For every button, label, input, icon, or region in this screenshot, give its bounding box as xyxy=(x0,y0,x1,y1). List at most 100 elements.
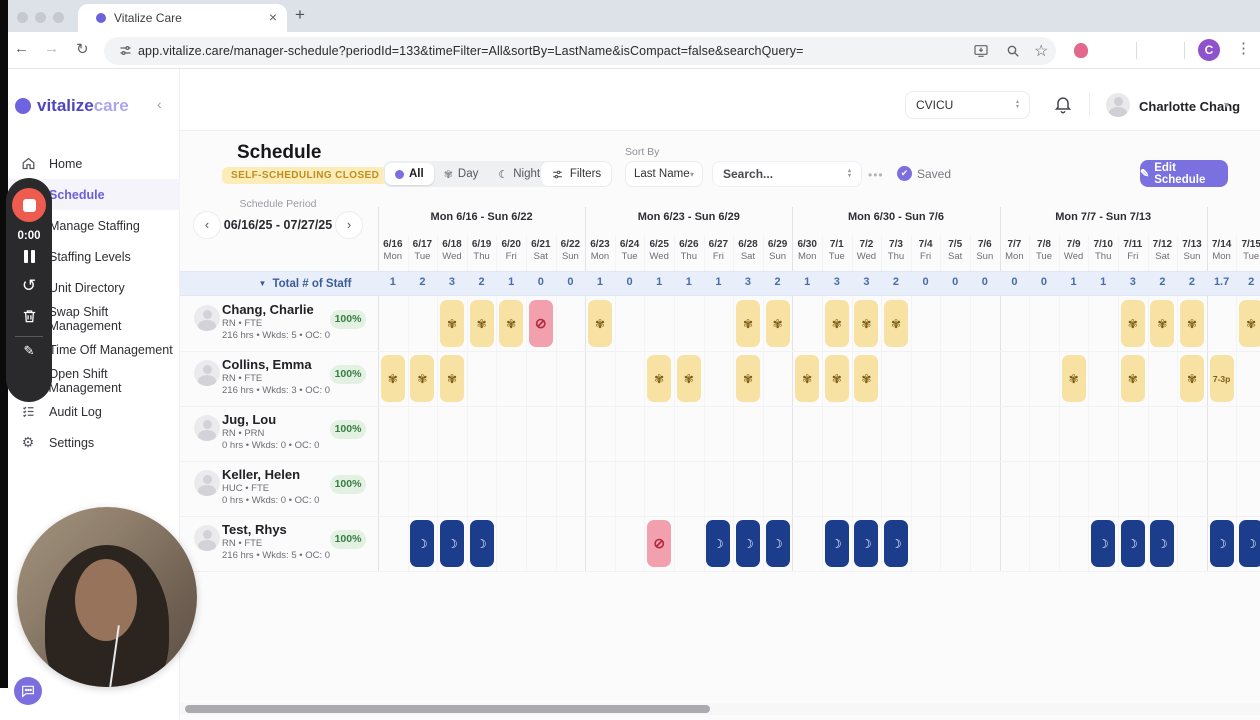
shift-chip-day[interactable]: ✾ xyxy=(824,300,849,347)
browser-menu-icon[interactable]: ⋮ xyxy=(1236,39,1251,57)
install-icon[interactable] xyxy=(973,43,989,59)
shift-chip-day[interactable]: ✾ xyxy=(854,355,879,402)
day-column-header: 7/12 Sat xyxy=(1152,239,1173,262)
shift-chip-night[interactable]: ☾ xyxy=(469,520,494,567)
shift-chip-night[interactable]: ☾ xyxy=(440,520,464,567)
draw-tool-icon[interactable]: ✎ xyxy=(24,343,35,359)
recording-timer: 0:00 xyxy=(17,230,41,242)
shift-chip-day[interactable]: ✾ xyxy=(824,355,849,402)
row-separator xyxy=(180,351,1260,352)
shift-chip-day[interactable]: ✾ xyxy=(1061,355,1086,402)
stop-recording-button[interactable] xyxy=(12,188,46,222)
shift-chip-night[interactable]: ☾ xyxy=(854,520,879,567)
shift-chip-night[interactable]: ☾ xyxy=(884,520,908,567)
restart-recording-icon[interactable]: ↺ xyxy=(22,277,36,294)
edit-schedule-label: Edit Schedule xyxy=(1154,161,1206,186)
total-count: 0 xyxy=(1011,276,1018,288)
shift-chip-day[interactable]: ✾ xyxy=(1180,300,1204,347)
shift-chip-day[interactable]: ✾ xyxy=(440,355,464,402)
horizontal-scrollbar-thumb[interactable] xyxy=(185,705,710,713)
shift-chip-day[interactable]: ✾ xyxy=(765,300,790,347)
day-column-header: 6/28 Sat xyxy=(738,239,758,262)
total-count: 1 xyxy=(1100,276,1107,288)
saved-label: Saved xyxy=(917,166,952,181)
shift-chip-blocked[interactable]: ⊘ xyxy=(647,520,672,567)
back-icon[interactable]: ← xyxy=(14,40,29,57)
fte-percentage-badge: 100% xyxy=(330,530,366,549)
browser-profile-avatar[interactable]: C xyxy=(1198,39,1220,61)
shift-chip-night[interactable]: ☾ xyxy=(824,520,849,567)
shift-chip-day[interactable]: ✾ xyxy=(795,355,820,402)
edit-schedule-button[interactable]: ✎ Edit Schedule xyxy=(1140,160,1228,187)
fte-percentage-badge: 100% xyxy=(330,310,366,329)
day-column-header: 7/3 Thu xyxy=(887,239,905,262)
reload-icon[interactable]: ↻ xyxy=(76,40,89,58)
more-options-icon[interactable]: ••• xyxy=(868,168,884,182)
shift-chip-night[interactable]: ☾ xyxy=(1239,520,1260,567)
shift-chip-day[interactable]: ✾ xyxy=(884,300,908,347)
bookmark-star-icon[interactable]: ☆ xyxy=(1034,41,1050,60)
delete-recording-icon[interactable] xyxy=(21,307,38,325)
shift-chip-day[interactable]: ✾ xyxy=(1120,355,1145,402)
shift-chip-day[interactable]: ✾ xyxy=(736,300,760,347)
shift-chip-blocked[interactable]: ⊘ xyxy=(528,300,553,347)
chat-bubble-button[interactable] xyxy=(14,677,42,705)
staff-stats: 0 hrs • Wkds: 0 • OC: 0 xyxy=(222,440,320,451)
sidebar-collapse-icon[interactable]: ‹ xyxy=(157,96,162,112)
pink-extension-icon[interactable] xyxy=(1074,43,1088,58)
search-input[interactable]: Search... ▴ ▾ xyxy=(712,161,862,187)
traffic-light-minimize[interactable] xyxy=(35,12,46,23)
user-menu-chevron-icon[interactable]: ▾ xyxy=(1224,100,1229,111)
user-avatar[interactable] xyxy=(1106,93,1130,117)
tab-close-icon[interactable]: × xyxy=(269,9,277,25)
shift-chip-night[interactable]: ☾ xyxy=(736,520,760,567)
day-column-header: 7/2 Wed xyxy=(856,239,877,262)
shift-chip-night[interactable]: ☾ xyxy=(1120,520,1145,567)
shift-chip-day[interactable]: ✾ xyxy=(1120,300,1145,347)
sidebar-item-settings[interactable]: ⚙ Settings xyxy=(0,427,180,458)
shift-chip-day[interactable]: ✾ xyxy=(647,355,672,402)
shift-chip-night[interactable]: ☾ xyxy=(765,520,790,567)
week-header: Mon 6/23 - Sun 6/29 xyxy=(637,211,740,223)
tab-all[interactable]: All xyxy=(385,163,434,185)
browser-tab[interactable]: Vitalize Care × xyxy=(78,4,287,32)
shift-chip-night[interactable]: ☾ xyxy=(1209,520,1234,567)
shift-chip-day[interactable]: ✾ xyxy=(469,300,494,347)
traffic-light-zoom[interactable] xyxy=(53,12,64,23)
shift-chip-day[interactable]: ✾ xyxy=(410,355,435,402)
all-icon xyxy=(395,169,404,179)
recording-toolbar: 0:00 ↺ ✎ xyxy=(6,178,52,402)
site-settings-icon[interactable] xyxy=(118,43,133,63)
shift-chip-night[interactable]: ☾ xyxy=(1091,520,1116,567)
notifications-bell-icon[interactable] xyxy=(1053,93,1075,117)
total-staff-label[interactable]: ▼ Total # of Staff xyxy=(230,271,380,296)
shift-chip-day[interactable]: ✾ xyxy=(854,300,879,347)
unit-select[interactable]: CVICU ▴ ▾ xyxy=(905,91,1030,119)
staff-name: Collins, Emma xyxy=(222,357,312,372)
shift-chip-day[interactable]: ✾ xyxy=(499,300,524,347)
url-bar[interactable]: app.vitalize.care/manager-schedule?perio… xyxy=(104,37,1056,65)
shift-chip-day[interactable]: ✾ xyxy=(1180,355,1204,402)
shift-chip-night[interactable]: ☾ xyxy=(410,520,435,567)
shift-chip-day[interactable]: ✾ xyxy=(676,355,701,402)
shift-chip-day[interactable]: ✾ xyxy=(736,355,760,402)
zoom-icon[interactable] xyxy=(1005,43,1021,59)
shift-chip-day[interactable]: ✾ xyxy=(1150,300,1175,347)
forward-icon[interactable]: → xyxy=(44,40,59,57)
shift-chip-day[interactable]: 7-3p xyxy=(1209,355,1234,402)
sort-select[interactable]: Last Name ▾ xyxy=(625,161,703,187)
sidebar-item-home[interactable]: Home xyxy=(0,148,180,179)
pause-recording-button[interactable] xyxy=(23,250,35,263)
new-tab-button[interactable]: + xyxy=(295,5,305,25)
shift-chip-day[interactable]: ✾ xyxy=(1239,300,1260,347)
tab-day[interactable]: ✾ Day xyxy=(434,163,489,185)
traffic-light-close[interactable] xyxy=(17,12,28,23)
shift-chip-day[interactable]: ✾ xyxy=(588,300,612,347)
webcam-video-overlay[interactable] xyxy=(17,507,197,687)
sidebar-item-label: Settings xyxy=(49,435,95,450)
shift-chip-night[interactable]: ☾ xyxy=(1150,520,1175,567)
filters-button[interactable]: Filters xyxy=(540,161,612,187)
shift-chip-day[interactable]: ✾ xyxy=(440,300,464,347)
shift-chip-day[interactable]: ✾ xyxy=(380,355,405,402)
shift-chip-night[interactable]: ☾ xyxy=(706,520,731,567)
